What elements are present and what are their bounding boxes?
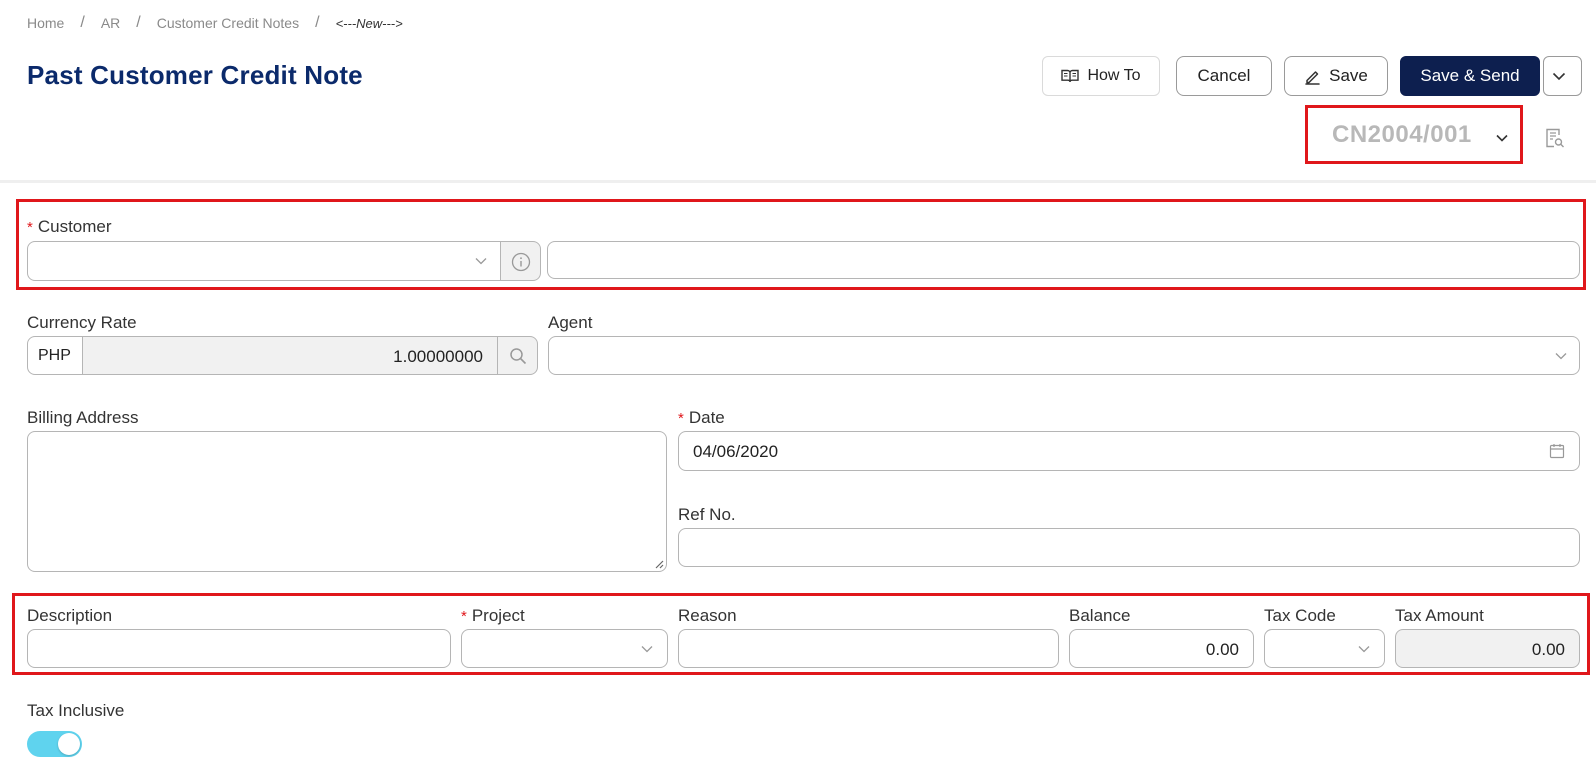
page-title: Past Customer Credit Note bbox=[27, 60, 363, 90]
header-divider bbox=[0, 180, 1596, 183]
info-icon bbox=[511, 252, 531, 272]
ref-no-label: Ref No. bbox=[678, 505, 736, 524]
chevron-down-icon bbox=[641, 646, 653, 653]
breadcrumb-customer-credit-notes[interactable]: Customer Credit Notes bbox=[157, 15, 299, 31]
tax-amount-label: Tax Amount bbox=[1395, 606, 1484, 625]
breadcrumb-separator: / bbox=[315, 14, 320, 31]
customer-name-field[interactable] bbox=[547, 241, 1580, 279]
agent-label: Agent bbox=[548, 313, 593, 332]
date-input[interactable]: 04/06/2020 bbox=[678, 431, 1580, 471]
tax-code-label: Tax Code bbox=[1264, 606, 1336, 625]
ref-no-input[interactable] bbox=[678, 528, 1580, 567]
breadcrumb-current: <---New---> bbox=[335, 15, 403, 31]
breadcrumb-separator: / bbox=[80, 14, 85, 31]
save-and-send-button[interactable]: Save & Send bbox=[1400, 56, 1540, 96]
chevron-down-icon bbox=[1555, 353, 1567, 360]
balance-input[interactable]: 0.00 bbox=[1069, 629, 1254, 668]
reason-input[interactable] bbox=[678, 629, 1059, 668]
billing-address-textarea[interactable] bbox=[27, 431, 667, 572]
balance-label: Balance bbox=[1069, 606, 1131, 625]
agent-select[interactable] bbox=[548, 336, 1580, 375]
book-icon bbox=[1061, 69, 1080, 83]
document-number-selector[interactable]: CN2004/001 bbox=[1305, 105, 1523, 164]
how-to-label: How To bbox=[1087, 67, 1141, 84]
description-input[interactable] bbox=[27, 629, 451, 668]
billing-address-label: Billing Address bbox=[27, 408, 139, 427]
required-marker: * bbox=[461, 608, 467, 625]
search-icon bbox=[510, 348, 527, 365]
date-label: * Date bbox=[678, 408, 725, 427]
chevron-down-icon bbox=[1552, 72, 1565, 80]
currency-rate-label: Currency Rate bbox=[27, 313, 137, 332]
customer-select[interactable] bbox=[27, 241, 502, 281]
customer-label: * Customer bbox=[27, 217, 112, 236]
chevron-down-icon bbox=[1496, 134, 1508, 142]
breadcrumb-home[interactable]: Home bbox=[27, 15, 64, 31]
cancel-button[interactable]: Cancel bbox=[1176, 56, 1272, 96]
pencil-icon bbox=[1305, 70, 1320, 85]
project-label: * Project bbox=[461, 606, 525, 625]
description-label: Description bbox=[27, 606, 113, 625]
document-search-icon[interactable] bbox=[1545, 127, 1565, 149]
customer-info-button[interactable] bbox=[500, 241, 541, 281]
resize-handle-icon[interactable] bbox=[654, 559, 664, 569]
chevron-down-icon bbox=[475, 258, 487, 265]
required-marker: * bbox=[678, 410, 684, 427]
document-number: CN2004/001 bbox=[1332, 120, 1472, 148]
toggle-knob bbox=[58, 733, 80, 755]
tax-inclusive-label: Tax Inclusive bbox=[27, 701, 125, 720]
tax-amount-field: 0.00 bbox=[1395, 629, 1580, 668]
currency-code: PHP bbox=[27, 336, 83, 375]
calendar-icon[interactable] bbox=[1549, 443, 1565, 459]
breadcrumb: Home / AR / Customer Credit Notes / <---… bbox=[27, 14, 403, 32]
tax-inclusive-toggle[interactable] bbox=[27, 731, 82, 757]
project-select[interactable] bbox=[461, 629, 668, 668]
tax-code-select[interactable] bbox=[1264, 629, 1385, 668]
currency-rate-input[interactable]: 1.00000000 bbox=[82, 336, 498, 375]
required-marker: * bbox=[27, 219, 33, 236]
how-to-button[interactable]: How To bbox=[1042, 56, 1160, 96]
breadcrumb-separator: / bbox=[136, 14, 141, 31]
currency-rate-search-button[interactable] bbox=[497, 336, 538, 375]
more-actions-button[interactable] bbox=[1543, 56, 1582, 96]
chevron-down-icon bbox=[1358, 646, 1370, 653]
reason-label: Reason bbox=[678, 606, 737, 625]
breadcrumb-ar[interactable]: AR bbox=[101, 15, 120, 31]
save-label: Save bbox=[1329, 66, 1368, 85]
save-button[interactable]: Save bbox=[1284, 56, 1388, 96]
